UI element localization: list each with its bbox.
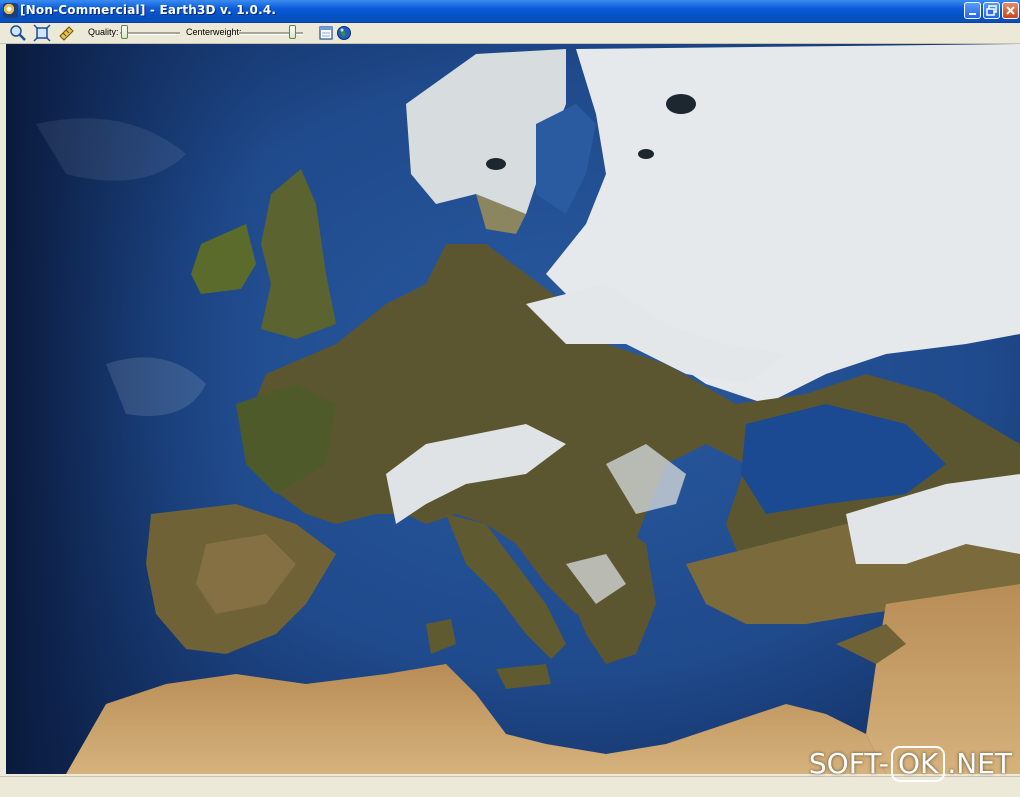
watermark-text-3: .NET xyxy=(947,747,1012,780)
panel-icon xyxy=(319,26,333,40)
centerweight-slider-thumb[interactable] xyxy=(288,25,296,39)
app-icon[interactable] xyxy=(3,3,18,18)
globe-icon xyxy=(337,26,351,40)
toolbar: Quality: Centerweight: xyxy=(0,23,1020,44)
restore-icon xyxy=(986,5,997,16)
watermark: SOFT- OK .NET xyxy=(809,746,1012,786)
globe-button[interactable] xyxy=(335,24,353,42)
close-icon xyxy=(1006,6,1015,15)
earth-map[interactable] xyxy=(6,44,1020,774)
watermark-text-2: OK xyxy=(890,746,946,782)
reset-view-icon xyxy=(33,24,51,42)
minimize-icon xyxy=(969,13,976,15)
quality-slider[interactable] xyxy=(120,32,180,35)
earth-view[interactable] xyxy=(6,44,1020,774)
minimize-button[interactable] xyxy=(964,2,981,19)
quality-label: Quality: xyxy=(88,27,119,37)
centerweight-label: Centerweight: xyxy=(186,27,242,37)
window-title: [Non-Commercial] - Earth3D v. 1.0.4. xyxy=(20,3,277,17)
close-button[interactable] xyxy=(1002,2,1019,19)
title-bar[interactable]: [Non-Commercial] - Earth3D v. 1.0.4. xyxy=(0,0,1020,23)
watermark-text-1: SOFT- xyxy=(808,747,889,780)
zoom-button[interactable] xyxy=(9,24,27,42)
quality-slider-thumb[interactable] xyxy=(121,25,128,39)
satellite-icon xyxy=(59,26,74,41)
restore-button[interactable] xyxy=(983,2,1000,19)
zoom-icon xyxy=(10,25,26,41)
satellite-button[interactable] xyxy=(57,24,75,42)
panel-button[interactable] xyxy=(317,24,335,42)
reset-view-button[interactable] xyxy=(33,24,51,42)
